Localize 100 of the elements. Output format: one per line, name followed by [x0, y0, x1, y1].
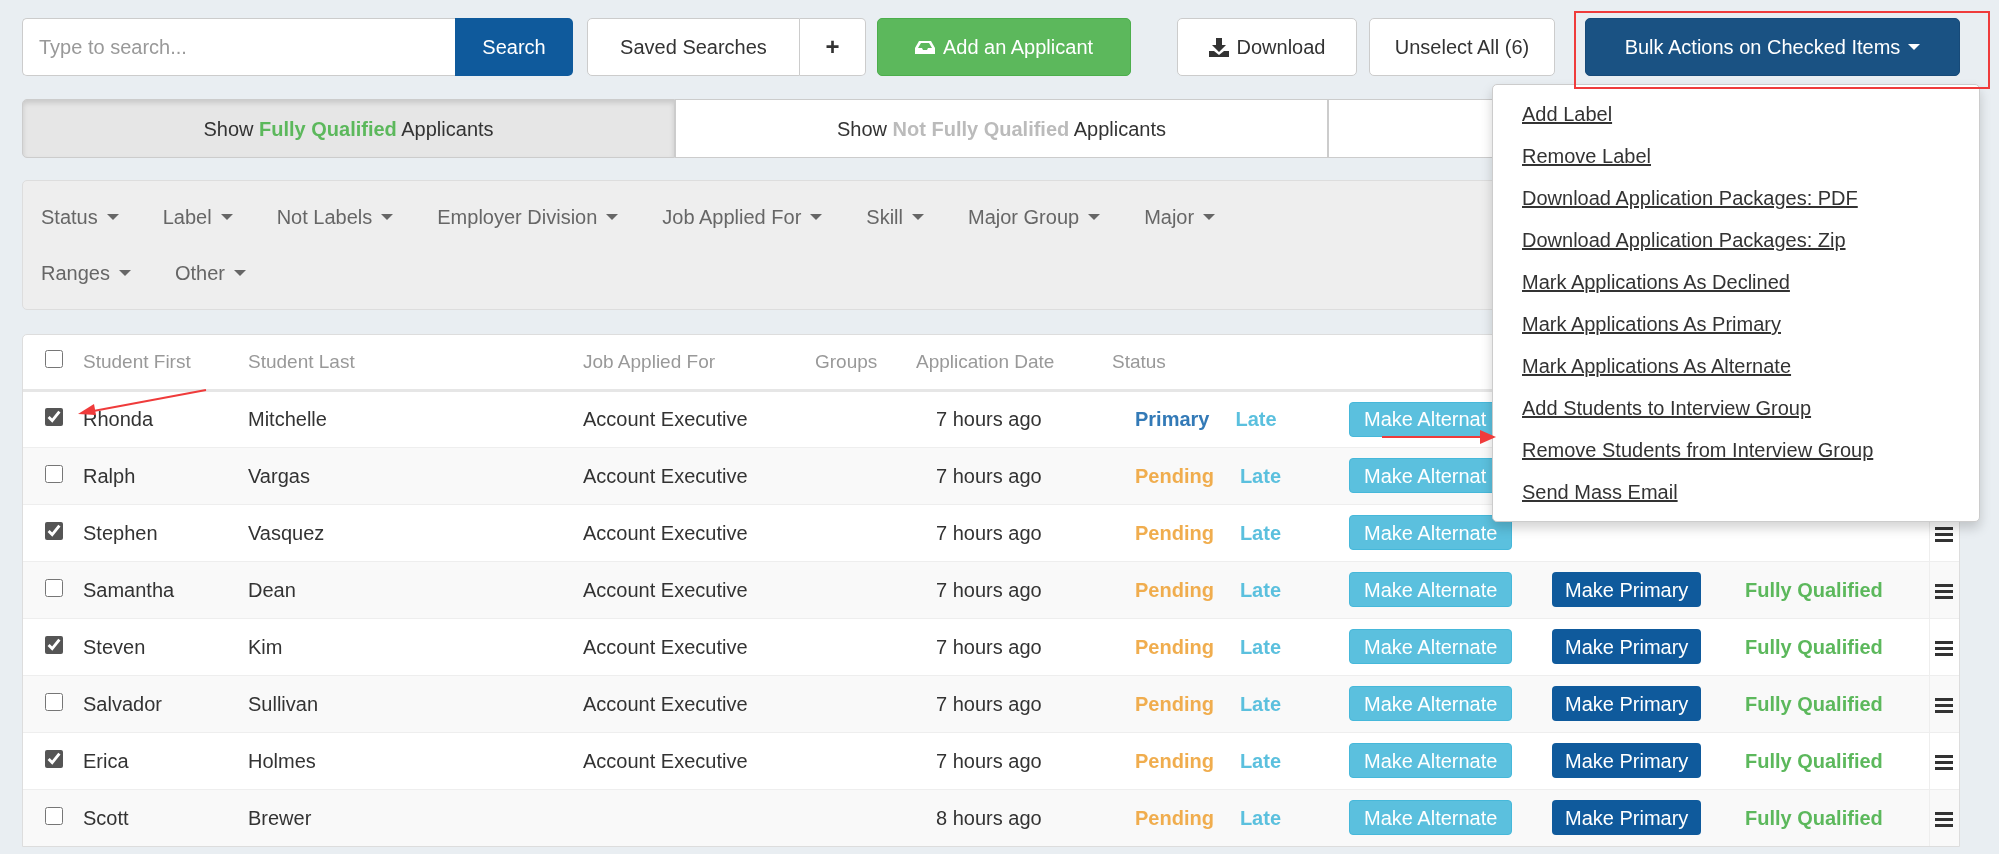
menu-item[interactable]: Mark Applications As Primary	[1493, 303, 1979, 345]
filter-dropdown[interactable]: Status	[41, 202, 119, 232]
row-checkbox[interactable]	[45, 464, 63, 483]
late-tag: Late	[1239, 806, 1281, 829]
make-primary-button[interactable]: Make Primary	[1552, 572, 1702, 607]
caret-icon	[1908, 44, 1921, 50]
table-cell: Brewer	[248, 806, 312, 829]
qualification-text: Fully Qualified	[1745, 806, 1883, 829]
menu-icon[interactable]	[1935, 754, 1954, 770]
make-primary-button[interactable]: Make Primary	[1552, 629, 1702, 664]
table-cell: 7 hours ago	[936, 635, 1042, 658]
column-header: Job Applied For	[583, 350, 716, 372]
table-cell: Mitchelle	[248, 408, 327, 430]
table-cell: Account Executive	[583, 635, 748, 658]
late-tag: Late	[1239, 749, 1281, 772]
caret-icon	[912, 214, 924, 220]
caret-icon	[381, 214, 394, 220]
table-cell: Samantha	[83, 578, 175, 601]
table-cell: Dean	[248, 578, 296, 601]
table-cell: Salvador	[83, 692, 162, 715]
saved-searches-button[interactable]: Saved Searches	[587, 18, 800, 76]
table-cell: Sullivan	[248, 692, 319, 715]
filter-dropdown[interactable]: Job Applied For	[662, 202, 823, 232]
caret-icon	[220, 214, 233, 220]
bulk-actions-dropdown[interactable]: Bulk Actions on Checked Items	[1585, 18, 1960, 76]
download-icon	[1208, 37, 1229, 57]
table-cell: 7 hours ago	[936, 521, 1042, 544]
status-text: Pending	[1135, 635, 1214, 658]
filter-dropdown[interactable]: Ranges	[41, 258, 131, 288]
table-cell: Holmes	[248, 749, 316, 772]
table-cell: 7 hours ago	[936, 578, 1042, 601]
make-primary-button[interactable]: Make Primary	[1552, 800, 1702, 836]
filter-dropdown[interactable]: Not Labels	[276, 202, 394, 232]
menu-item[interactable]: Remove Label	[1493, 135, 1979, 177]
make-primary-button[interactable]: Make Primary	[1552, 686, 1702, 721]
select-all-checkbox[interactable]	[45, 349, 63, 368]
table-cell: Account Executive	[583, 578, 748, 601]
caret-icon	[1203, 214, 1216, 220]
filter-dropdown[interactable]: Skill	[866, 202, 924, 232]
filter-dropdown[interactable]: Label	[162, 202, 233, 232]
table-cell: Account Executive	[583, 464, 748, 487]
column-header: Groups	[815, 350, 878, 372]
late-tag: Late	[1239, 692, 1281, 715]
menu-item[interactable]: Mark Applications As Declined	[1493, 261, 1979, 303]
late-tag: Late	[1239, 578, 1281, 601]
row-checkbox[interactable]	[45, 578, 63, 597]
qualification-text: Fully Qualified	[1745, 635, 1883, 658]
status-text: Pending	[1135, 578, 1214, 601]
search-field[interactable]: Type to search...	[22, 18, 455, 76]
caret-icon	[606, 214, 619, 220]
filter-toggle[interactable]: Show Not Fully Qualified Applicants	[675, 99, 1328, 158]
menu-icon[interactable]	[1935, 640, 1954, 656]
caret-icon	[1088, 214, 1101, 220]
table-cell: Steven	[83, 635, 146, 658]
row-checkbox[interactable]	[45, 806, 63, 825]
filter-dropdown[interactable]: Major Group	[968, 202, 1101, 232]
table-cell: Kim	[248, 635, 283, 658]
qualification-text: Fully Qualified	[1745, 692, 1883, 715]
table-cell: Account Executive	[583, 692, 748, 715]
filter-dropdown[interactable]: Employer Division	[437, 202, 619, 232]
late-tag: Late	[1239, 464, 1281, 487]
row-checkbox[interactable]	[45, 749, 63, 768]
row-checkbox[interactable]	[45, 692, 63, 711]
status-text: Pending	[1135, 806, 1214, 829]
tray-icon	[914, 39, 935, 55]
menu-icon[interactable]	[1935, 526, 1954, 542]
menu-item[interactable]: Download Application Packages: Zip	[1493, 219, 1979, 261]
column-header: Student Last	[248, 350, 355, 372]
table-cell: Account Executive	[583, 521, 748, 544]
caret-icon	[106, 214, 119, 220]
row-checkbox[interactable]	[45, 408, 63, 426]
menu-icon[interactable]	[1935, 697, 1954, 713]
qualification-text: Fully Qualified	[1745, 578, 1883, 601]
download-button[interactable]: Download	[1177, 18, 1357, 76]
unselect-all-button[interactable]: Unselect All (6)	[1369, 18, 1555, 76]
table-cell: Account Executive	[583, 408, 748, 430]
row-checkbox[interactable]	[45, 635, 63, 654]
table-cell: 7 hours ago	[936, 408, 1042, 430]
column-header: Student First	[83, 350, 191, 372]
table-cell: 7 hours ago	[936, 692, 1042, 715]
late-tag: Late	[1235, 408, 1277, 430]
qualification-text: Fully Qualified	[1745, 749, 1883, 772]
table-cell: 8 hours ago	[936, 806, 1042, 829]
filter-dropdown[interactable]: Major	[1144, 202, 1216, 232]
column-header: Status	[1112, 350, 1166, 372]
filter-dropdown[interactable]: Other	[174, 258, 246, 288]
table-cell: 7 hours ago	[936, 464, 1042, 487]
menu-icon[interactable]	[1935, 811, 1954, 827]
late-tag: Late	[1239, 521, 1281, 544]
menu-item[interactable]: Add Label	[1493, 93, 1979, 135]
row-checkbox[interactable]	[45, 521, 63, 540]
filter-toggle[interactable]: Show Fully Qualified Applicants	[22, 99, 675, 158]
menu-icon[interactable]	[1935, 583, 1954, 599]
status-text: Pending	[1135, 521, 1214, 544]
make-primary-button[interactable]: Make Primary	[1552, 743, 1702, 778]
search-button[interactable]: Search	[455, 18, 573, 76]
add-saved-search-button[interactable]: +	[800, 18, 866, 76]
menu-item[interactable]: Mark Applications As Alternate	[1493, 345, 1979, 387]
table-cell: Rhonda	[83, 408, 154, 430]
menu-item[interactable]: Download Application Packages: PDF	[1493, 177, 1979, 219]
